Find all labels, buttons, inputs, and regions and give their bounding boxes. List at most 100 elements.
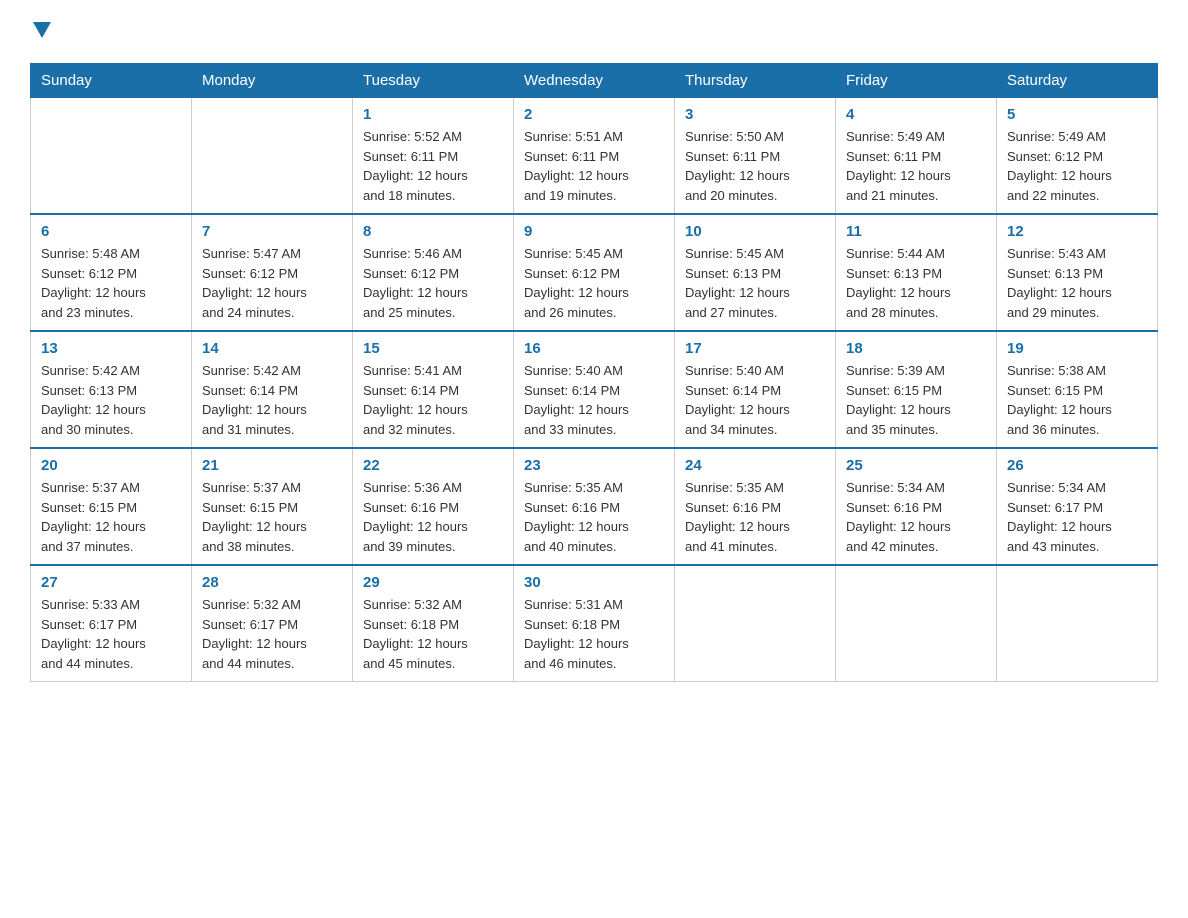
calendar-cell: 26 Sunrise: 5:34 AMSunset: 6:17 PMDayligh… xyxy=(997,448,1158,565)
calendar-cell: 29 Sunrise: 5:32 AMSunset: 6:18 PMDayligh… xyxy=(353,565,514,682)
day-number: 3 xyxy=(685,106,825,123)
day-number: 16 xyxy=(524,340,664,357)
day-number: 6 xyxy=(41,223,181,240)
calendar-cell: 17Sunrise: 5:40 AMSunset: 6:14 PMDayligh… xyxy=(675,331,836,448)
day-number: 8 xyxy=(363,223,503,240)
calendar-cell: 24 Sunrise: 5:35 AMSunset: 6:16 PMDayligh… xyxy=(675,448,836,565)
day-info: Sunrise: 5:42 AMSunset: 6:14 PMDaylight:… xyxy=(202,361,342,439)
calendar-cell: 20Sunrise: 5:37 AMSunset: 6:15 PMDayligh… xyxy=(31,448,192,565)
day-info: Sunrise: 5:40 AMSunset: 6:14 PMDaylight:… xyxy=(685,361,825,439)
day-info: Sunrise: 5:41 AMSunset: 6:14 PMDaylight:… xyxy=(363,361,503,439)
day-info: Sunrise: 5:49 AMSunset: 6:11 PMDaylight:… xyxy=(846,127,986,205)
weekday-header-monday: Monday xyxy=(192,64,353,98)
calendar-cell: 5 Sunrise: 5:49 AMSunset: 6:12 PMDaylight… xyxy=(997,98,1158,215)
day-number: 9 xyxy=(524,223,664,240)
calendar-cell: 1 Sunrise: 5:52 AMSunset: 6:11 PMDaylight… xyxy=(353,98,514,215)
day-info: Sunrise: 5:35 AMSunset: 6:16 PMDaylight:… xyxy=(685,478,825,556)
calendar-week-row-2: 6Sunrise: 5:48 AMSunset: 6:12 PMDaylight… xyxy=(31,214,1158,331)
day-number: 23 xyxy=(524,457,664,474)
day-number: 2 xyxy=(524,106,664,123)
calendar-week-row-3: 13 Sunrise: 5:42 AMSunset: 6:13 PMDayligh… xyxy=(31,331,1158,448)
calendar-cell: 15 Sunrise: 5:41 AMSunset: 6:14 PMDayligh… xyxy=(353,331,514,448)
day-info: Sunrise: 5:40 AMSunset: 6:14 PMDaylight:… xyxy=(524,361,664,439)
day-number: 27 xyxy=(41,574,181,591)
calendar-cell: 14 Sunrise: 5:42 AMSunset: 6:14 PMDayligh… xyxy=(192,331,353,448)
calendar-week-row-5: 27 Sunrise: 5:33 AMSunset: 6:17 PMDayligh… xyxy=(31,565,1158,682)
day-number: 19 xyxy=(1007,340,1147,357)
day-number: 22 xyxy=(363,457,503,474)
day-info: Sunrise: 5:45 AMSunset: 6:12 PMDaylight:… xyxy=(524,244,664,322)
weekday-header-sunday: Sunday xyxy=(31,64,192,98)
weekday-header-wednesday: Wednesday xyxy=(514,64,675,98)
day-info: Sunrise: 5:31 AMSunset: 6:18 PMDaylight:… xyxy=(524,595,664,673)
day-number: 5 xyxy=(1007,106,1147,123)
calendar-cell: 21 Sunrise: 5:37 AMSunset: 6:15 PMDayligh… xyxy=(192,448,353,565)
calendar-cell xyxy=(675,565,836,682)
day-number: 14 xyxy=(202,340,342,357)
calendar-cell: 28Sunrise: 5:32 AMSunset: 6:17 PMDayligh… xyxy=(192,565,353,682)
day-info: Sunrise: 5:34 AMSunset: 6:16 PMDaylight:… xyxy=(846,478,986,556)
logo xyxy=(30,20,51,45)
day-number: 7 xyxy=(202,223,342,240)
weekday-header-tuesday: Tuesday xyxy=(353,64,514,98)
day-number: 1 xyxy=(363,106,503,123)
calendar-cell: 3 Sunrise: 5:50 AMSunset: 6:11 PMDaylight… xyxy=(675,98,836,215)
day-number: 10 xyxy=(685,223,825,240)
day-info: Sunrise: 5:32 AMSunset: 6:18 PMDaylight:… xyxy=(363,595,503,673)
calendar-table: SundayMondayTuesdayWednesdayThursdayFrid… xyxy=(30,63,1158,682)
day-number: 18 xyxy=(846,340,986,357)
calendar-cell xyxy=(997,565,1158,682)
day-number: 24 xyxy=(685,457,825,474)
day-number: 21 xyxy=(202,457,342,474)
day-info: Sunrise: 5:33 AMSunset: 6:17 PMDaylight:… xyxy=(41,595,181,673)
day-number: 4 xyxy=(846,106,986,123)
day-number: 15 xyxy=(363,340,503,357)
day-number: 12 xyxy=(1007,223,1147,240)
calendar-cell: 11 Sunrise: 5:44 AMSunset: 6:13 PMDayligh… xyxy=(836,214,997,331)
day-info: Sunrise: 5:46 AMSunset: 6:12 PMDaylight:… xyxy=(363,244,503,322)
day-info: Sunrise: 5:51 AMSunset: 6:11 PMDaylight:… xyxy=(524,127,664,205)
calendar-cell: 12 Sunrise: 5:43 AMSunset: 6:13 PMDayligh… xyxy=(997,214,1158,331)
day-info: Sunrise: 5:36 AMSunset: 6:16 PMDaylight:… xyxy=(363,478,503,556)
day-number: 11 xyxy=(846,223,986,240)
calendar-cell xyxy=(31,98,192,215)
day-number: 30 xyxy=(524,574,664,591)
calendar-cell: 10 Sunrise: 5:45 AMSunset: 6:13 PMDayligh… xyxy=(675,214,836,331)
day-number: 25 xyxy=(846,457,986,474)
calendar-cell: 16 Sunrise: 5:40 AMSunset: 6:14 PMDayligh… xyxy=(514,331,675,448)
calendar-week-row-1: 1 Sunrise: 5:52 AMSunset: 6:11 PMDaylight… xyxy=(31,98,1158,215)
calendar-week-row-4: 20 Sunrise: 5:37 AMSunset: 6:15 PMDayligh… xyxy=(31,448,1158,565)
day-info: Sunrise: 5:44 AMSunset: 6:13 PMDaylight:… xyxy=(846,244,986,322)
day-info: Sunrise: 5:42 AMSunset: 6:13 PMDaylight:… xyxy=(41,361,181,439)
calendar-cell: 22 Sunrise: 5:36 AMSunset: 6:16 PMDayligh… xyxy=(353,448,514,565)
weekday-header-thursday: Thursday xyxy=(675,64,836,98)
day-info: Sunrise: 5:49 AMSunset: 6:12 PMDaylight:… xyxy=(1007,127,1147,205)
day-number: 29 xyxy=(363,574,503,591)
day-info: Sunrise: 5:39 AMSunset: 6:15 PMDaylight:… xyxy=(846,361,986,439)
weekday-header-row: SundayMondayTuesdayWednesdayThursdayFrid… xyxy=(31,64,1158,98)
day-number: 13 xyxy=(41,340,181,357)
calendar-cell: 2 Sunrise: 5:51 AMSunset: 6:11 PMDaylight… xyxy=(514,98,675,215)
day-info: Sunrise: 5:34 AMSunset: 6:17 PMDaylight:… xyxy=(1007,478,1147,556)
day-info: Sunrise: 5:38 AMSunset: 6:15 PMDaylight:… xyxy=(1007,361,1147,439)
calendar-cell: 4 Sunrise: 5:49 AMSunset: 6:11 PMDaylight… xyxy=(836,98,997,215)
calendar-cell: 23 Sunrise: 5:35 AMSunset: 6:16 PMDayligh… xyxy=(514,448,675,565)
calendar-cell: 19 Sunrise: 5:38 AMSunset: 6:15 PMDayligh… xyxy=(997,331,1158,448)
day-number: 20 xyxy=(41,457,181,474)
logo-triangle-icon xyxy=(33,22,51,40)
day-info: Sunrise: 5:52 AMSunset: 6:11 PMDaylight:… xyxy=(363,127,503,205)
calendar-cell: 27 Sunrise: 5:33 AMSunset: 6:17 PMDayligh… xyxy=(31,565,192,682)
calendar-cell: 18 Sunrise: 5:39 AMSunset: 6:15 PMDayligh… xyxy=(836,331,997,448)
day-info: Sunrise: 5:50 AMSunset: 6:11 PMDaylight:… xyxy=(685,127,825,205)
day-info: Sunrise: 5:45 AMSunset: 6:13 PMDaylight:… xyxy=(685,244,825,322)
calendar-cell: 7Sunrise: 5:47 AMSunset: 6:12 PMDaylight… xyxy=(192,214,353,331)
weekday-header-friday: Friday xyxy=(836,64,997,98)
day-info: Sunrise: 5:35 AMSunset: 6:16 PMDaylight:… xyxy=(524,478,664,556)
day-info: Sunrise: 5:43 AMSunset: 6:13 PMDaylight:… xyxy=(1007,244,1147,322)
calendar-cell xyxy=(192,98,353,215)
day-number: 26 xyxy=(1007,457,1147,474)
day-info: Sunrise: 5:37 AMSunset: 6:15 PMDaylight:… xyxy=(202,478,342,556)
day-info: Sunrise: 5:32 AMSunset: 6:17 PMDaylight:… xyxy=(202,595,342,673)
weekday-header-saturday: Saturday xyxy=(997,64,1158,98)
page-header xyxy=(30,20,1158,45)
